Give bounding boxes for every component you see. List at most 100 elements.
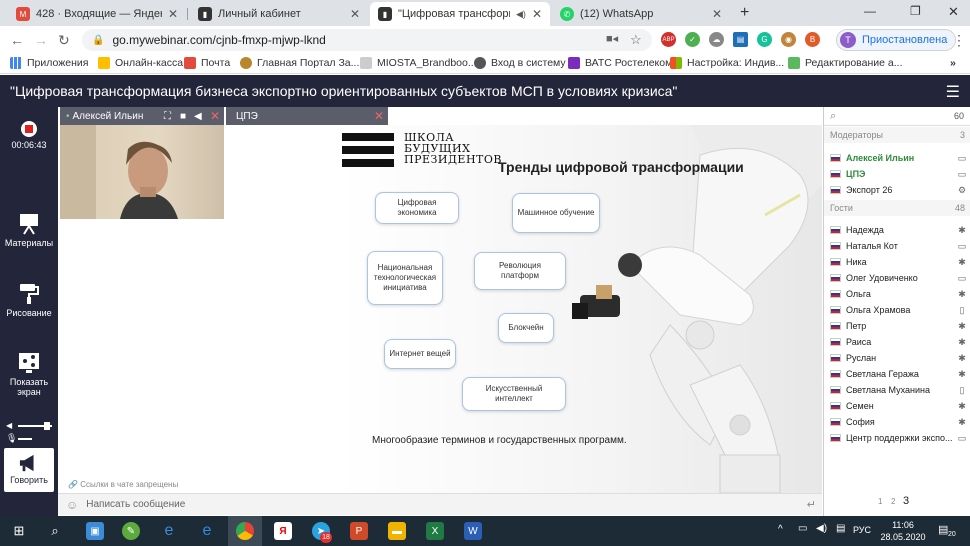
drawing-button[interactable]: Рисование	[0, 281, 58, 318]
cloud-icon[interactable]: ☁	[709, 32, 724, 47]
close-video-icon[interactable]: ✕	[210, 109, 220, 123]
participant-row[interactable]: Ольга Храмова ▯	[824, 302, 970, 318]
participant-row[interactable]: Ольга ✱	[824, 286, 970, 302]
chat-input-bar[interactable]: ☺ Написать сообщение ↵	[58, 493, 822, 515]
edge-icon[interactable]: e	[198, 522, 216, 540]
adblock-icon[interactable]: ABP	[661, 32, 676, 47]
bookmark-online-kassa[interactable]: Онлайн-касса	[98, 57, 183, 69]
windows-start-icon[interactable]: ⊞	[10, 522, 28, 540]
materials-button[interactable]: Материалы	[0, 211, 58, 248]
participant-row[interactable]: Семен ✱	[824, 398, 970, 414]
bookmark-apps[interactable]: Приложения	[10, 57, 88, 69]
participant-row[interactable]: Светлана Геража ✱	[824, 366, 970, 382]
mic-slider[interactable]	[18, 438, 32, 440]
bookmarks-more[interactable]: »	[950, 57, 956, 69]
share-screen-button[interactable]: Показать экран	[0, 351, 58, 398]
tab-yandex-mail[interactable]: M 428 · Входящие — Яндекс.Почта ✕	[8, 2, 186, 26]
address-bar[interactable]: 🔒 go.mywebinar.com/cjnb-fmxp-mjwp-lknd	[82, 29, 652, 51]
close-video-icon[interactable]: ✕	[374, 109, 384, 123]
participant-row[interactable]: Олег Удовиченко ▭	[824, 270, 970, 286]
chevron-up-icon[interactable]: ^	[778, 524, 783, 535]
bookmark-portal[interactable]: Главная Портал За...	[240, 57, 359, 69]
grammarly-icon[interactable]: G	[757, 32, 772, 47]
bookmark-miosta[interactable]: MIOSTA_Brandboo...	[360, 57, 477, 69]
participant-row[interactable]: Надежда ✱	[824, 222, 970, 238]
bookmark-mail[interactable]: Почта	[184, 57, 230, 69]
yandex-browser-icon[interactable]: Я	[274, 522, 292, 540]
more-icon[interactable]: ⋮	[952, 32, 966, 49]
participant-row[interactable]: Руслан ✱	[824, 350, 970, 366]
extension-icon[interactable]: ◉	[781, 32, 796, 47]
guests-header: Гости 48	[824, 200, 970, 216]
internet-explorer-icon[interactable]: e	[160, 522, 178, 540]
chrome-icon[interactable]	[236, 522, 254, 540]
close-icon[interactable]: ✕	[532, 7, 542, 21]
close-icon[interactable]: ✕	[350, 7, 360, 21]
camera-icon[interactable]: ■	[180, 111, 186, 122]
participant-row[interactable]: Наталья Кот ▭	[824, 238, 970, 254]
app-icon[interactable]: ▣	[86, 522, 104, 540]
speaker-icon[interactable]: ◀)	[816, 523, 827, 534]
speaker-icon[interactable]: ◀)	[516, 9, 526, 20]
extension-icon[interactable]: ▤	[733, 32, 748, 47]
participant-row[interactable]: Алексей Ильин ▭	[824, 150, 970, 166]
participant-row[interactable]: София ✱	[824, 414, 970, 430]
star-icon[interactable]: ☆	[630, 32, 642, 48]
close-icon[interactable]: ✕	[712, 7, 722, 21]
page-2[interactable]: 2	[891, 497, 895, 506]
participant-row[interactable]: Раиса ✱	[824, 334, 970, 350]
new-tab-button[interactable]: +	[740, 4, 749, 22]
restore-icon[interactable]: ❐	[910, 4, 921, 18]
shield-icon[interactable]: ✓	[685, 32, 700, 47]
volume-slider-handle[interactable]	[44, 422, 50, 430]
tab-digital-transformation[interactable]: ▮ "Цифровая трансформация ◀) ✕	[370, 2, 550, 26]
page-1[interactable]: 1	[878, 497, 882, 506]
excel-icon[interactable]: X	[426, 522, 444, 540]
forward-icon[interactable]: →	[34, 32, 48, 48]
participant-row[interactable]: Петр ✱	[824, 318, 970, 334]
search-icon[interactable]: ⌕	[830, 110, 836, 123]
language-indicator[interactable]: РУС	[853, 525, 871, 535]
notifications-icon[interactable]: ▤	[938, 523, 948, 536]
app-icon[interactable]: ✎	[122, 522, 140, 540]
bookmark-vats[interactable]: ВАТС Ростелеком	[568, 57, 672, 69]
microphone-icon[interactable]: 🎙	[6, 433, 17, 444]
chat-input[interactable]: Написать сообщение	[86, 499, 185, 510]
tab-whatsapp[interactable]: ✆ (12) WhatsApp ✕	[552, 2, 730, 26]
profile-button[interactable]: Т Приостановлена	[836, 29, 957, 51]
participant-row[interactable]: Светлана Муханина ▯	[824, 382, 970, 398]
speaker-icon[interactable]: ◀	[6, 421, 12, 430]
word-icon[interactable]: W	[464, 522, 482, 540]
search-icon[interactable]: ⌕	[46, 522, 64, 540]
participant-row[interactable]: Центр поддержки экспо... ▭	[824, 430, 970, 446]
hamburger-menu-icon[interactable]: ☰	[946, 82, 960, 102]
clock[interactable]: 11:06 28.05.2020	[880, 519, 926, 543]
speaker-icon[interactable]: ◀	[194, 111, 202, 122]
reload-icon[interactable]: ↻	[58, 32, 70, 49]
bookmark-settings[interactable]: Настройка: Индив...	[670, 57, 784, 69]
page-3[interactable]: 3	[903, 495, 909, 507]
battery-icon[interactable]: ▭	[798, 523, 807, 534]
folder-icon[interactable]: ▬	[388, 522, 406, 540]
send-icon[interactable]: ↵	[807, 498, 816, 511]
record-icon	[21, 121, 37, 137]
back-icon[interactable]: ←	[10, 32, 24, 48]
network-icon[interactable]: ▤	[836, 523, 845, 534]
record-button[interactable]: 00:06:43	[0, 121, 58, 150]
extension-icon[interactable]: B	[805, 32, 820, 47]
participant-row[interactable]: ЦПЭ ▭	[824, 166, 970, 182]
window-close-icon[interactable]: ✕	[948, 4, 959, 20]
bookmark-editing[interactable]: Редактирование а...	[788, 57, 903, 69]
participant-row[interactable]: Ника ✱	[824, 254, 970, 270]
minimize-icon[interactable]: —	[864, 4, 876, 18]
close-icon[interactable]: ✕	[168, 7, 178, 21]
emoji-icon[interactable]: ☺	[66, 498, 78, 512]
bookmark-login[interactable]: Вход в систему	[474, 57, 566, 69]
participant-name: Ольга Храмова	[846, 305, 911, 315]
speak-button[interactable]: Говорить	[4, 448, 54, 492]
tab-personal-cabinet[interactable]: ▮ Личный кабинет ✕	[190, 2, 368, 26]
fullscreen-icon[interactable]: ⛶	[164, 111, 171, 122]
camera-icon[interactable]: ■◂	[606, 32, 618, 45]
participant-row[interactable]: Экспорт 26 ⚙	[824, 182, 970, 198]
powerpoint-icon[interactable]: P	[350, 522, 368, 540]
